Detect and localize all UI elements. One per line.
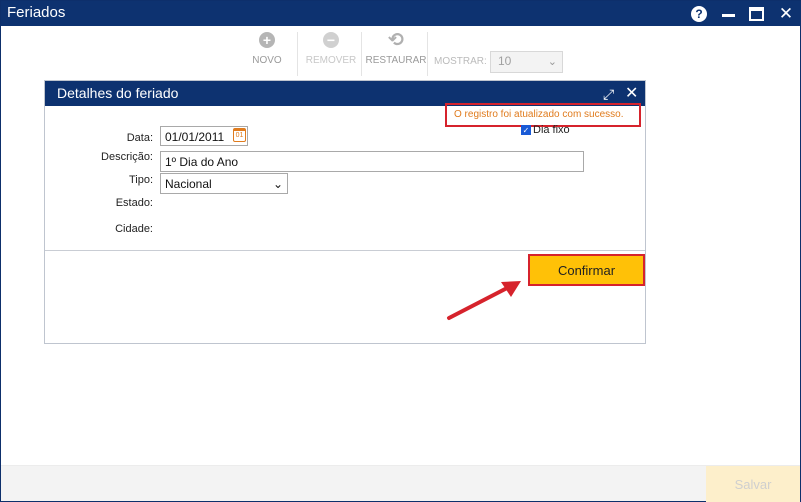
close-icon: ✕ xyxy=(778,4,794,23)
state-label: Estado: xyxy=(115,197,153,209)
confirm-button-label: Confirmar xyxy=(557,262,616,278)
question-circle-icon: ? xyxy=(691,6,707,22)
remove-button[interactable]: − REMOVER xyxy=(305,32,357,74)
date-value: 01/01/2011 xyxy=(165,130,225,144)
restore-button[interactable]: ⟲ RESTAURAR xyxy=(365,29,427,74)
dialog-close-icon[interactable]: ✕ xyxy=(625,83,638,103)
annotation-arrow-icon xyxy=(447,281,521,320)
show-count-select[interactable]: 10 ⌄ xyxy=(490,51,563,73)
minimize-button[interactable] xyxy=(719,5,737,23)
type-select[interactable]: Nacional ⌄ xyxy=(160,173,288,194)
toolbar-divider xyxy=(427,32,428,76)
type-label: Tipo: xyxy=(128,174,153,186)
window-title: Feriados xyxy=(7,4,66,21)
new-button[interactable]: + NOVO xyxy=(251,32,283,74)
footer-bar: Salvar xyxy=(1,465,800,502)
calendar-icon[interactable]: 01 xyxy=(233,128,246,142)
success-message: O registro foi atualizado com sucesso. xyxy=(454,109,624,120)
plus-circle-icon: + xyxy=(259,32,275,48)
help-button[interactable]: ? xyxy=(690,5,708,23)
city-label: Cidade: xyxy=(115,223,153,235)
description-label: Descrição: xyxy=(101,151,153,163)
fixed-day-label: Dia fixo xyxy=(533,124,570,136)
toolbar-divider xyxy=(297,32,298,76)
show-count-value: 10 xyxy=(498,54,512,68)
save-button-label: Salvar xyxy=(734,476,772,492)
confirm-button[interactable]: Confirmar xyxy=(528,254,645,286)
date-label: Data: xyxy=(126,132,153,144)
description-input[interactable]: 1º Dia do Ano xyxy=(160,151,584,172)
toolbar-divider xyxy=(361,32,362,76)
expand-icon[interactable]: ⤢ xyxy=(603,86,614,103)
maximize-icon xyxy=(748,7,764,21)
description-value: 1º Dia do Ano xyxy=(165,155,239,169)
dialog-divider xyxy=(45,250,645,251)
remove-button-label: REMOVER xyxy=(305,55,357,66)
restore-button-label: RESTAURAR xyxy=(365,55,427,66)
holiday-details-dialog: Detalhes do feriado ⤢ ✕ O registro foi a… xyxy=(44,80,646,344)
maximize-button[interactable] xyxy=(747,5,765,23)
chevron-down-icon: ⌄ xyxy=(272,177,283,191)
window-titlebar: Feriados ? ✕ xyxy=(1,1,801,26)
feriados-window: Feriados ? ✕ + NOVO − REMOVER ⟲ RESTAURA… xyxy=(0,0,801,502)
minimize-icon xyxy=(721,13,735,17)
type-value: Nacional xyxy=(165,177,212,191)
dialog-title: Detalhes do feriado xyxy=(57,85,179,101)
toolbar: + NOVO − REMOVER ⟲ RESTAURAR MOSTRAR: 10… xyxy=(1,28,801,76)
close-window-button[interactable]: ✕ xyxy=(777,4,795,23)
fixed-day-checkbox-wrap[interactable]: ✓ Dia fixo xyxy=(521,124,570,136)
fixed-day-checkbox[interactable]: ✓ xyxy=(521,125,531,135)
history-icon: ⟲ xyxy=(388,29,404,51)
save-button[interactable]: Salvar xyxy=(706,466,800,502)
chevron-down-icon: ⌄ xyxy=(547,56,557,68)
minus-circle-icon: − xyxy=(323,32,339,48)
new-button-label: NOVO xyxy=(252,55,282,66)
show-count-label: MOSTRAR: xyxy=(434,56,487,67)
